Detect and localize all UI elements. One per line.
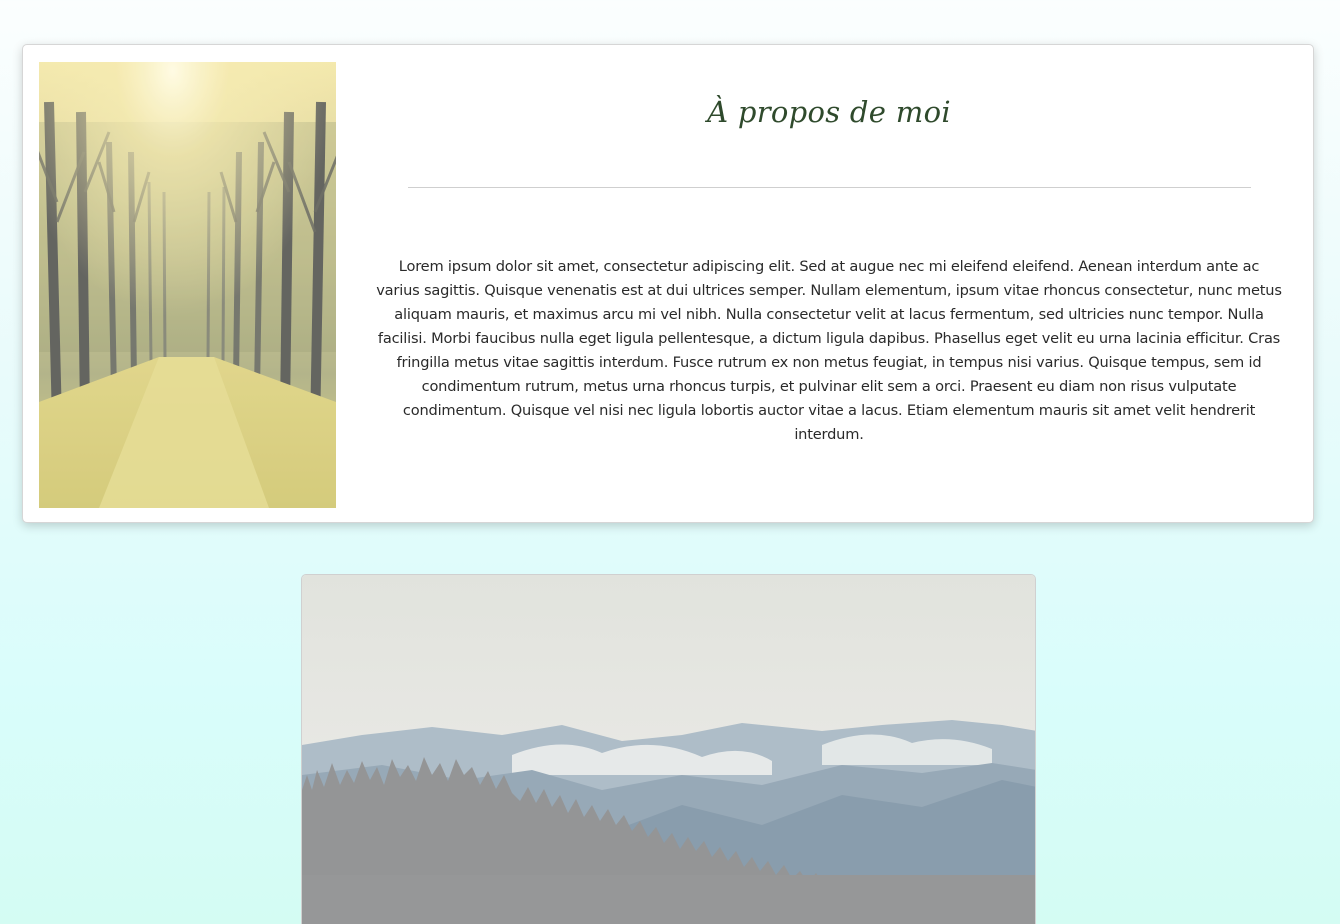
title-divider (408, 187, 1251, 188)
about-card: À propos de moi Lorem ipsum dolor sit am… (22, 44, 1314, 523)
mountain-landscape-image (301, 574, 1036, 924)
about-paragraph: Lorem ipsum dolor sit amet, consectetur … (376, 258, 1282, 443)
about-title: À propos de moi (707, 95, 951, 129)
forest-path-image (39, 62, 336, 508)
